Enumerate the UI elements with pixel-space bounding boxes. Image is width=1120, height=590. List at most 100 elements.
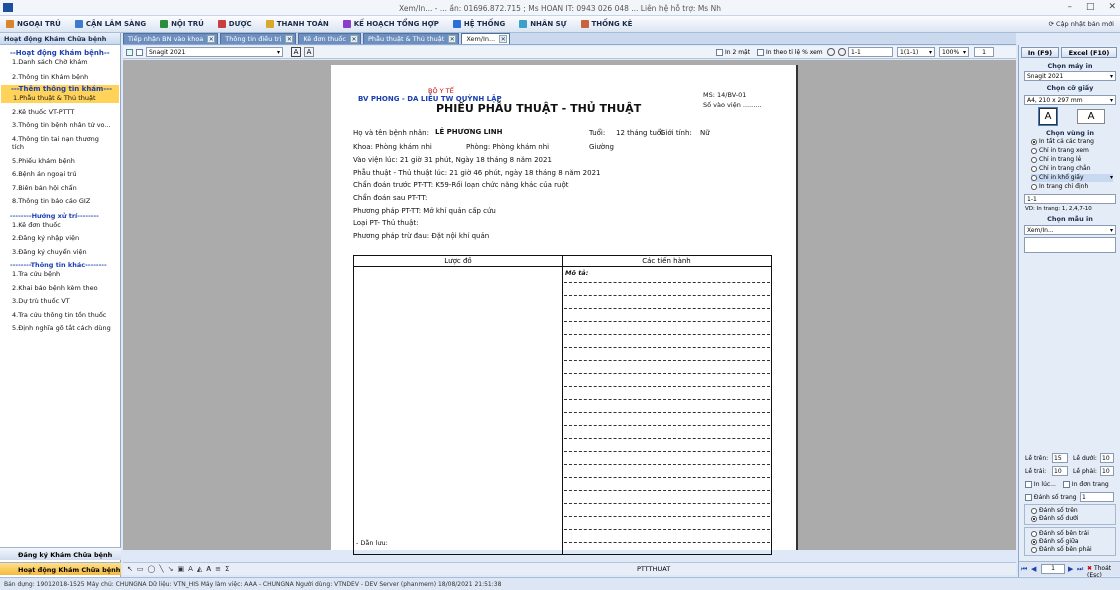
rectangle-icon[interactable]: ▭ bbox=[137, 565, 144, 574]
prev-page-icon[interactable]: ◀ bbox=[1031, 565, 1036, 573]
print-button[interactable]: In (F9) bbox=[1021, 47, 1059, 58]
menu-ke-hoach[interactable]: KẾ HOẠCH TỔNG HỢP bbox=[342, 20, 439, 28]
pages-select[interactable]: 1(1-1) ▾ bbox=[897, 47, 935, 57]
page-range-field[interactable]: 1-1 bbox=[1024, 194, 1116, 204]
tab-xem-in[interactable]: Xem/In... ✕ bbox=[461, 33, 511, 44]
tab-tiep-nhan[interactable]: Tiếp nhận BN vào khoa ✕ bbox=[123, 33, 219, 44]
menu-he-thong[interactable]: HỆ THỐNG bbox=[452, 20, 505, 28]
tab-close-icon[interactable]: ✕ bbox=[448, 35, 457, 43]
close-icon[interactable]: ✕ bbox=[1108, 2, 1116, 12]
image-icon[interactable]: ▣ bbox=[177, 565, 184, 574]
copies-stepper[interactable]: 1 bbox=[974, 47, 994, 57]
tab-close-icon[interactable]: ✕ bbox=[499, 35, 508, 43]
sum-icon[interactable]: Σ bbox=[225, 565, 229, 574]
nav-item[interactable]: 1.Tra cứu bệnh bbox=[0, 270, 120, 279]
template-select[interactable]: Xem/In... ▾ bbox=[1024, 225, 1116, 235]
nav-item-phau-thuat[interactable]: 1.Phẫu thuật & Thủ thuật bbox=[1, 94, 119, 103]
tab-close-icon[interactable]: ✕ bbox=[349, 35, 358, 43]
paper-select[interactable]: A4, 210 x 297 mm ▾ bbox=[1024, 95, 1116, 105]
dang-ky-kham-button[interactable]: Đăng ký Khám Chữa bệnh bbox=[0, 547, 121, 560]
select-checkbox[interactable] bbox=[126, 49, 133, 56]
hoat-dong-kham-button[interactable]: Hoạt động Khám Chữa bệnh bbox=[0, 562, 121, 575]
opt-odd-pages[interactable]: Chỉ in trang lẻ bbox=[1031, 156, 1081, 164]
opt-all-pages[interactable]: In tất cả các trang bbox=[1031, 138, 1094, 146]
font-b-icon[interactable]: A bbox=[304, 47, 314, 57]
menu-thanh-toan[interactable]: THANH TOÁN bbox=[265, 20, 329, 28]
nav-item[interactable]: 2.Thông tin Khám bệnh bbox=[0, 73, 120, 82]
num-left-option[interactable]: Đánh số bên trái bbox=[1031, 530, 1089, 538]
print-preview-area[interactable]: BỘ Y TẾ BV PHONG - DA LIỄU TW QUỲNH LẬP … bbox=[123, 60, 1016, 555]
menu-thong-ke[interactable]: THỐNG KÊ bbox=[580, 20, 632, 28]
page-range-input[interactable]: 1-1 bbox=[848, 47, 893, 57]
nav-item[interactable]: 1.Danh sách Chờ khám bbox=[0, 58, 120, 67]
nav-item[interactable]: 7.Biên bản hội chẩn bbox=[0, 184, 120, 193]
opt-specific-pages[interactable]: In trang chỉ định bbox=[1031, 183, 1088, 191]
option-checkbox[interactable] bbox=[136, 49, 143, 56]
tab-close-icon[interactable]: ✕ bbox=[285, 35, 294, 43]
menu-noi-tru[interactable]: NỘI TRÚ bbox=[160, 20, 204, 28]
tab-thong-tin-dieu-tri[interactable]: Thông tin điều trị ✕ bbox=[220, 33, 297, 44]
nav-item[interactable]: 2.Đăng ký nhập viện bbox=[0, 234, 120, 243]
nav-item[interactable]: 8.Thông tin báo cáo GIZ bbox=[0, 197, 120, 206]
nav-item[interactable]: 3.Đăng ký chuyển viện bbox=[0, 248, 120, 257]
nav-item[interactable]: 4.Thông tin tai nạn thương tích bbox=[0, 135, 105, 152]
nav-item[interactable]: 2.Khai báo bệnh kèm theo bbox=[0, 284, 120, 293]
two-sided-checkbox[interactable] bbox=[716, 49, 723, 56]
number-pages-option[interactable]: Đánh số trang bbox=[1025, 494, 1077, 501]
nav-item[interactable]: 3.Dự trù thuốc VT bbox=[0, 297, 120, 306]
fill-icon[interactable]: ◭ bbox=[197, 565, 202, 574]
menu-nhan-su[interactable]: NHÂN SỰ bbox=[519, 20, 567, 28]
landscape-icon[interactable]: A bbox=[1077, 109, 1105, 124]
excel-button[interactable]: Excel (F10) bbox=[1061, 47, 1117, 58]
font-a-icon[interactable]: A bbox=[291, 47, 301, 57]
nav-item[interactable]: 4.Tra cứu thông tin tồn thuốc bbox=[0, 311, 120, 320]
maximize-icon[interactable]: □ bbox=[1086, 2, 1095, 12]
ratio-checkbox[interactable] bbox=[757, 49, 764, 56]
arrow-icon[interactable]: ↘ bbox=[168, 565, 174, 574]
nav-item[interactable]: 5.Định nghĩa gõ tắt cách dùng bbox=[0, 324, 120, 333]
line-icon[interactable]: ╲ bbox=[159, 565, 163, 574]
print-on-option[interactable]: In lúc... bbox=[1025, 481, 1056, 488]
update-link[interactable]: ⟳ Cập nhật bản mới bbox=[1049, 20, 1114, 28]
list-icon[interactable]: ≡ bbox=[215, 565, 221, 574]
bold-icon[interactable]: 𝐀 bbox=[206, 565, 211, 574]
nav-item[interactable]: 5.Phiếu khám bệnh bbox=[0, 157, 120, 166]
number-start-input[interactable]: 1 bbox=[1080, 492, 1114, 502]
single-page-option[interactable]: In đơn trang bbox=[1063, 481, 1109, 488]
num-bottom-option[interactable]: Đánh số dưới bbox=[1031, 515, 1079, 523]
next-page-icon[interactable]: ▶ bbox=[1068, 565, 1073, 573]
margin-bottom-input[interactable]: 10 bbox=[1100, 453, 1114, 463]
minimize-icon[interactable]: – bbox=[1067, 2, 1072, 12]
ellipse-icon[interactable]: ◯ bbox=[148, 565, 156, 574]
opt-paper-size[interactable]: Chỉ in khổ giấy ▾ bbox=[1031, 174, 1113, 182]
first-page-icon[interactable]: ⏮ bbox=[1021, 565, 1027, 574]
nav-item[interactable]: 2.Kê thuốc VT-PTTT bbox=[0, 108, 120, 117]
printer-select-right[interactable]: Snagit 2021 ▾ bbox=[1024, 71, 1116, 81]
menu-ngoai-tru[interactable]: NGOẠI TRÚ bbox=[6, 20, 61, 28]
num-top-option[interactable]: Đánh số trên bbox=[1031, 507, 1078, 515]
nav-item[interactable]: 1.Kê đơn thuốc bbox=[0, 221, 120, 230]
nav-item[interactable]: 3.Thông tin bệnh nhân tử vo... bbox=[0, 121, 120, 130]
opt-current-page[interactable]: Chỉ in trang xem bbox=[1031, 147, 1089, 155]
last-page-icon[interactable]: ⏭ bbox=[1077, 565, 1083, 574]
num-right-option[interactable]: Đánh số bên phải bbox=[1031, 546, 1092, 554]
opt-even-pages[interactable]: Chỉ in trang chẵn bbox=[1031, 165, 1091, 173]
tab-phau-thuat[interactable]: Phẫu thuật & Thủ thuật ✕ bbox=[362, 33, 460, 44]
radio-b[interactable] bbox=[838, 48, 846, 56]
pointer-icon[interactable]: ↖ bbox=[127, 565, 133, 574]
radio-a[interactable] bbox=[827, 48, 835, 56]
margin-left-input[interactable]: 10 bbox=[1052, 466, 1068, 476]
printer-select[interactable]: Snagit 2021 ▾ bbox=[146, 47, 283, 57]
menu-can-lam-sang[interactable]: CẬN LÂM SÀNG bbox=[74, 20, 146, 28]
menu-duoc[interactable]: DƯỢC bbox=[217, 20, 252, 28]
portrait-icon[interactable]: A bbox=[1038, 107, 1058, 126]
page-number-input[interactable]: 1 bbox=[1041, 564, 1065, 574]
zoom-select[interactable]: 100% ▾ bbox=[939, 47, 969, 57]
text-icon[interactable]: A bbox=[188, 565, 193, 574]
margin-top-input[interactable]: 15 bbox=[1052, 453, 1068, 463]
margin-right-input[interactable]: 10 bbox=[1100, 466, 1114, 476]
num-center-option[interactable]: Đánh số giữa bbox=[1031, 538, 1079, 546]
nav-item[interactable]: 6.Bệnh án ngoại trú bbox=[0, 170, 120, 179]
tab-ke-don-thuoc[interactable]: Kê đơn thuốc ✕ bbox=[298, 33, 361, 44]
tab-close-icon[interactable]: ✕ bbox=[207, 35, 216, 43]
